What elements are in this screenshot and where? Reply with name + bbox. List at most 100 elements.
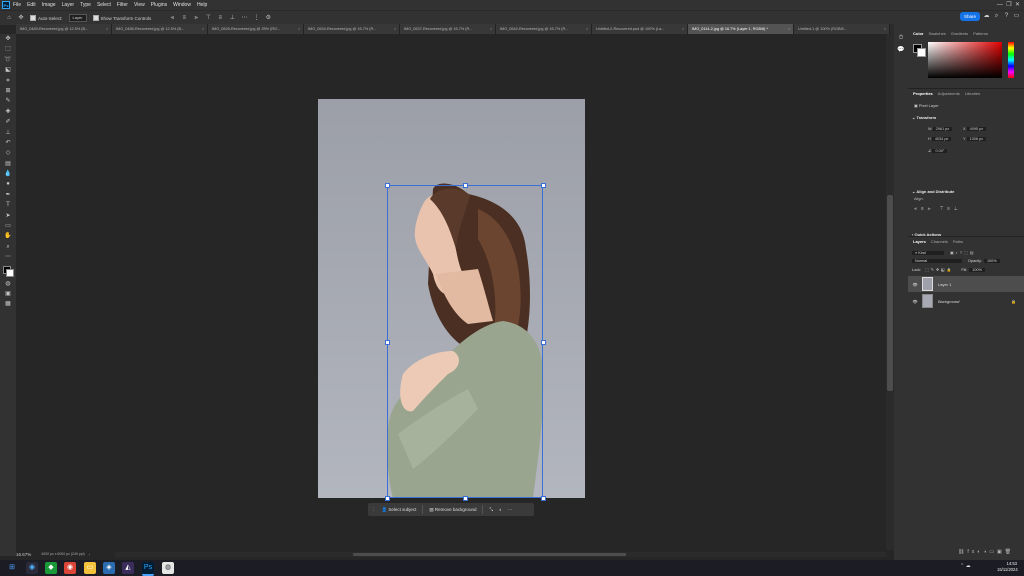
lasso-tool-icon[interactable]: ➰ (0, 55, 16, 65)
kind-filter-dropdown[interactable]: ⌕ Kind (912, 250, 944, 255)
marquee-tool-icon[interactable]: ⬚ (0, 44, 16, 54)
gear-icon[interactable]: ⚙ (265, 15, 271, 21)
type-tool-icon[interactable]: T (0, 200, 16, 210)
menu-plugins[interactable]: Plugins (151, 2, 167, 8)
color-swatches[interactable] (0, 263, 16, 279)
generative-fill-icon[interactable]: ▦ (0, 299, 16, 309)
gradient-tool-icon[interactable]: ▤ (0, 159, 16, 169)
history-icon[interactable]: ⏱ (894, 35, 908, 42)
app-icon[interactable]: ◈ (103, 562, 115, 574)
hue-slider[interactable] (1008, 42, 1014, 78)
close-icon[interactable]: × (490, 24, 492, 34)
workspace-icon[interactable]: ▭ (1013, 13, 1020, 20)
drag-handle-icon[interactable]: ⋮ (371, 507, 376, 513)
doc-tab[interactable]: IMG_0485-Recovered.jpg @ 12.5% (B... × (112, 24, 208, 34)
dodge-tool-icon[interactable]: ● (0, 179, 16, 189)
window-controls[interactable]: — ❐ ✕ (997, 1, 1020, 8)
zoom-tool-icon[interactable]: ⌕ (0, 242, 16, 252)
clone-stamp-tool-icon[interactable]: ⊥ (0, 128, 16, 138)
layers-bottom-bar[interactable]: ⛓fx◐◑▭▣🗑 (958, 549, 1014, 555)
edge-icon[interactable]: ◉ (26, 562, 38, 574)
width-field[interactable]: W 2961 px (928, 127, 953, 131)
eraser-tool-icon[interactable]: ◇ (0, 148, 16, 158)
layer-name[interactable]: Background (938, 299, 959, 304)
chrome-icon[interactable]: ◉ (64, 562, 76, 574)
doc-tab[interactable]: IMG_0542-Recovered.jpg @ 16.7% (R... × (496, 24, 592, 34)
align-center-icon[interactable]: ≡ (181, 15, 187, 21)
move-tool-icon[interactable]: ✥ (18, 15, 24, 21)
auto-select-checkbox[interactable]: Auto-Select: (30, 15, 63, 21)
close-icon[interactable]: × (106, 24, 108, 34)
screen-mode-icon[interactable]: ▣ (0, 289, 16, 299)
frame-tool-icon[interactable]: ⊠ (0, 86, 16, 96)
transform-handle[interactable] (463, 496, 468, 501)
history-brush-tool-icon[interactable]: ↶ (0, 138, 16, 148)
layer-row-selected[interactable]: 👁 Layer 1 (908, 276, 1024, 292)
app-icon[interactable]: ◍ (162, 562, 174, 574)
background-color-swatch[interactable] (6, 268, 14, 277)
menu-filter[interactable]: Filter (117, 2, 128, 8)
lock-icons[interactable]: ⬚✎✥⬕🔒 (925, 267, 953, 272)
align-section-title[interactable]: ⌄ Align and Distribute (912, 189, 954, 194)
app-icon[interactable]: ◭ (122, 562, 134, 574)
opacity-field[interactable]: 100% (983, 259, 1000, 263)
app-icon[interactable]: ◆ (45, 562, 57, 574)
auto-select-target-dropdown[interactable]: Layer (68, 14, 87, 22)
align-middle-icon[interactable]: ≡ (217, 15, 223, 21)
filter-icons[interactable]: ▣◐T⬚▤ (950, 250, 975, 255)
menu-layer[interactable]: Layer (62, 2, 75, 8)
healing-brush-tool-icon[interactable]: ✚ (0, 107, 16, 117)
align-bottom-icon[interactable]: ⊥ (229, 15, 235, 21)
fill-field[interactable]: 100% (969, 267, 985, 272)
color-picker-field[interactable] (928, 42, 1002, 78)
close-icon[interactable]: × (586, 24, 588, 34)
comments-icon[interactable]: 💬 (894, 46, 908, 53)
tab-libraries[interactable]: Libraries (965, 91, 980, 96)
close-icon[interactable]: × (788, 24, 790, 34)
close-icon[interactable]: × (884, 24, 886, 34)
transform-handle[interactable] (385, 183, 390, 188)
doc-tab[interactable]: IMG_0534-Recovered.jpg @ 16.7% (R... × (304, 24, 400, 34)
x-field[interactable]: X 4095 px (963, 127, 987, 131)
transform-bounding-box[interactable] (387, 185, 543, 498)
align-buttons[interactable]: ⫷≡⫸ ⊤≡⊥ (914, 206, 961, 212)
angle-field[interactable]: ∠ 0.00° (928, 148, 948, 153)
pen-tool-icon[interactable]: ✒ (0, 190, 16, 200)
doc-tab[interactable]: Untitled-1 @ 100% (RGB/8... × (794, 24, 890, 34)
doc-tab-active[interactable]: IMG_0114-2.jpg @ 16.7% (Layer 1, RGB/8) … (688, 24, 794, 34)
blend-mode-dropdown[interactable]: Normal (912, 259, 962, 263)
transform-handle[interactable] (385, 496, 390, 501)
close-icon[interactable]: × (394, 24, 396, 34)
transform-handle[interactable] (541, 496, 546, 501)
tab-adjustments[interactable]: Adjustments (938, 91, 960, 96)
system-tray-icons[interactable]: ⌃ ☁ (960, 563, 971, 569)
close-icon[interactable]: × (298, 24, 300, 34)
y-field[interactable]: Y 1306 px (963, 137, 987, 141)
3d-mode-icon[interactable]: ⋮ (253, 15, 259, 21)
move-tool-icon[interactable]: ✥ (0, 34, 16, 44)
align-right-icon[interactable]: ⫸ (193, 15, 199, 21)
doc-tab[interactable]: IMG_0483-Recovered.jpg @ 12.5% (B... × (16, 24, 112, 34)
zoom-level[interactable]: 16.67% (16, 552, 31, 557)
menu-edit[interactable]: Edit (27, 2, 36, 8)
menu-type[interactable]: Type (80, 2, 91, 8)
quick-mask-icon[interactable]: ◍ (0, 279, 16, 289)
vertical-scroll-thumb[interactable] (887, 195, 893, 391)
more-options-icon[interactable]: ⋯ (241, 15, 247, 21)
hand-tool-icon[interactable]: ✋ (0, 231, 16, 241)
tab-gradients[interactable]: Gradients (951, 31, 968, 36)
transform-handle[interactable] (385, 340, 390, 345)
tab-patterns[interactable]: Patterns (973, 31, 988, 36)
doc-tab[interactable]: IMG_0526-Recovered.jpg @ 25% (RG... × (208, 24, 304, 34)
height-field[interactable]: H 4034 px (928, 137, 952, 141)
share-button[interactable]: Share (960, 12, 980, 21)
photoshop-taskbar-icon[interactable]: Ps (142, 562, 154, 576)
edit-toolbar-icon[interactable]: ⋯ (0, 252, 16, 262)
windows-start-icon[interactable]: ⊞ (6, 562, 18, 574)
show-transform-checkbox[interactable]: Show Transform Controls (92, 15, 151, 21)
tab-channels[interactable]: Channels (931, 239, 948, 244)
background-color-swatch[interactable] (917, 48, 926, 57)
file-explorer-icon[interactable]: ▭ (84, 562, 96, 574)
tab-paths[interactable]: Paths (953, 239, 963, 244)
transform-icon[interactable]: ⤡ (489, 507, 493, 512)
